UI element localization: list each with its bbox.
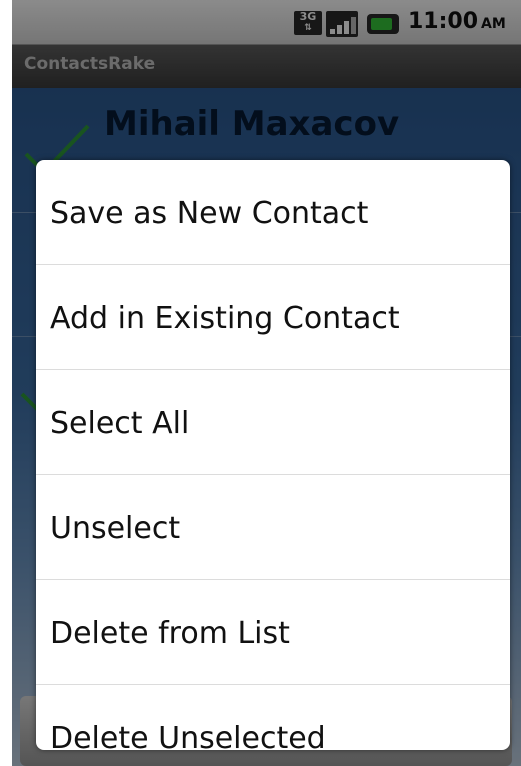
- phone-screen: 3G ⇅ 11:00 AM ContactsRake Mihail Maxacov: [12, 0, 521, 766]
- menu-item-label: Unselect: [50, 511, 181, 546]
- menu-item-unselect[interactable]: Unselect: [36, 475, 510, 580]
- menu-item-label: Add in Existing Contact: [50, 301, 400, 336]
- menu-item-add-in-existing-contact[interactable]: Add in Existing Contact: [36, 265, 510, 370]
- menu-item-label: Select All: [50, 406, 190, 441]
- menu-item-label: Delete Unselected: [50, 721, 326, 750]
- context-menu: Save as New Contact Add in Existing Cont…: [36, 160, 510, 750]
- menu-item-label: Delete from List: [50, 616, 290, 651]
- menu-item-delete-unselected[interactable]: Delete Unselected: [36, 685, 510, 750]
- menu-item-delete-from-list[interactable]: Delete from List: [36, 580, 510, 685]
- menu-item-save-as-new-contact[interactable]: Save as New Contact: [36, 160, 510, 265]
- menu-item-label: Save as New Contact: [50, 196, 369, 231]
- menu-item-select-all[interactable]: Select All: [36, 370, 510, 475]
